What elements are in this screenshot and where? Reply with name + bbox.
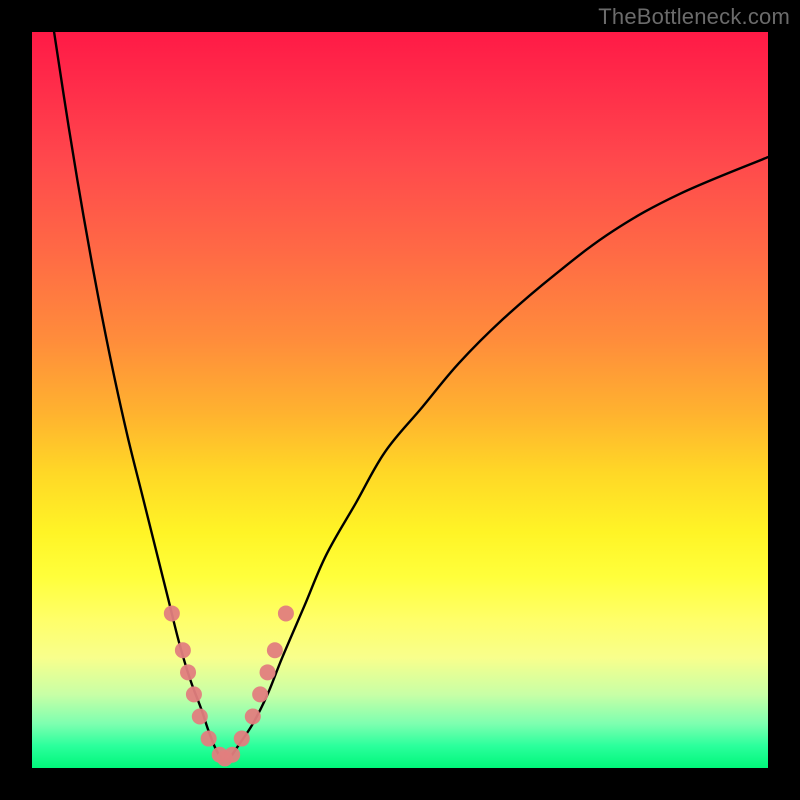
watermark-text: TheBottleneck.com xyxy=(598,4,790,30)
marker-dot xyxy=(175,642,191,658)
plot-area xyxy=(32,32,768,768)
marker-dot xyxy=(164,605,180,621)
marker-dot xyxy=(252,686,268,702)
marker-dot xyxy=(224,747,240,763)
marker-dot xyxy=(245,708,261,724)
marker-dot xyxy=(192,708,208,724)
marker-dot xyxy=(180,664,196,680)
outer-frame: TheBottleneck.com xyxy=(0,0,800,800)
marker-group xyxy=(164,605,294,766)
marker-dot xyxy=(234,731,250,747)
marker-dot xyxy=(201,731,217,747)
marker-dot xyxy=(278,605,294,621)
marker-dot xyxy=(267,642,283,658)
chart-svg xyxy=(32,32,768,768)
marker-dot xyxy=(260,664,276,680)
curve-right xyxy=(229,157,768,759)
marker-dot xyxy=(186,686,202,702)
curve-left xyxy=(54,32,222,759)
